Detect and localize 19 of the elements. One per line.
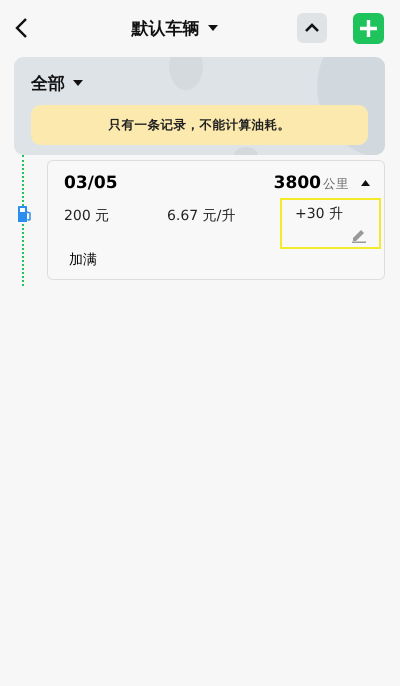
chevron-up-icon[interactable] bbox=[304, 23, 320, 33]
unit-price-text: 6.67 元/升 bbox=[167, 207, 236, 225]
odometer-unit: 公里 bbox=[323, 176, 349, 193]
odometer-reading: 3800 bbox=[274, 173, 321, 193]
back-icon[interactable] bbox=[14, 17, 28, 39]
amount-text: 200 元 bbox=[64, 207, 110, 225]
collapse-button[interactable] bbox=[297, 13, 327, 43]
vehicle-title[interactable]: 默认车辆 bbox=[132, 16, 200, 40]
dropdown-icon[interactable] bbox=[73, 80, 83, 86]
note-text: 加满 bbox=[69, 251, 97, 269]
collapse-caret-icon[interactable] bbox=[361, 180, 370, 186]
dropdown-icon[interactable] bbox=[208, 25, 218, 31]
notice-banner: 只有一条记录，不能计算油耗。 bbox=[31, 105, 368, 145]
volume-text[interactable]: +30 升 bbox=[280, 198, 381, 249]
filter-label[interactable]: 全部 bbox=[31, 72, 65, 94]
fuel-pump-icon bbox=[17, 205, 32, 223]
record-date: 03/05 bbox=[64, 173, 119, 193]
edit-icon[interactable] bbox=[351, 227, 367, 243]
record-card[interactable]: 03/05 3800公里 200 元 6.67 元/升 +30 升 加满 bbox=[47, 160, 385, 280]
